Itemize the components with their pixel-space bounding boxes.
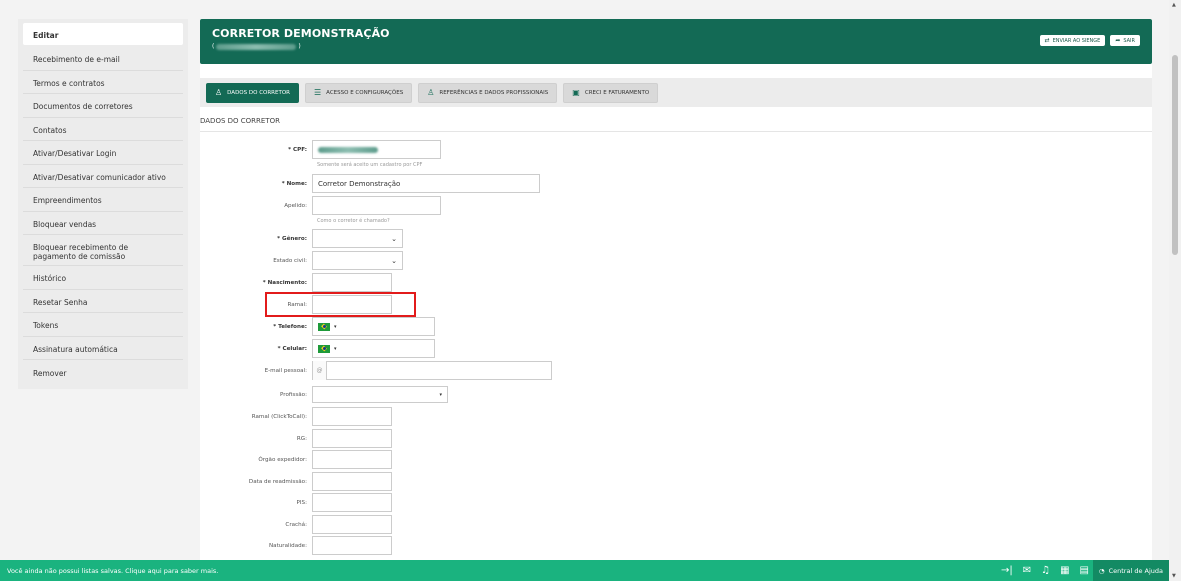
exit-button[interactable]: ➦ SAIR	[1110, 35, 1140, 46]
sidebar-item-empreendimentos[interactable]: Empreendimentos	[23, 188, 183, 212]
scroll-down-icon[interactable]: ▼	[1172, 573, 1176, 579]
nome-label: * Nome:	[281, 180, 307, 187]
page-subtitle: ( )	[212, 43, 301, 50]
page-header: CORRETOR DEMONSTRAÇÃO ( ) ⇄ ENVIAR AO SI…	[200, 19, 1152, 64]
pis-label: PIS:	[296, 499, 307, 506]
brazil-flag-icon	[318, 322, 330, 331]
at-sign-icon: @	[313, 361, 327, 380]
sidebar-item-recebimento-email[interactable]: Recebimento de e-mail	[23, 47, 183, 71]
estado-civil-label: Estado civil:	[273, 257, 307, 264]
cracha-field[interactable]	[312, 515, 392, 534]
swap-arrows-icon: ⇄	[1044, 37, 1050, 44]
chevron-down-icon: ⌄	[391, 234, 397, 243]
headset-icon: ◔	[1098, 566, 1105, 575]
sliders-icon: ☰	[314, 88, 322, 97]
estado-civil-select[interactable]: ⌄	[312, 251, 403, 270]
sidebar-item-documentos[interactable]: Documentos de corretores	[23, 94, 183, 118]
cpf-label: * CPF:	[288, 146, 307, 153]
readmissao-label: Data de readmissão:	[248, 478, 307, 485]
celular-field[interactable]: ▾	[312, 339, 435, 358]
celular-label: * Celular:	[277, 345, 307, 352]
person-pin-icon: ♙	[427, 88, 435, 97]
send-to-sienge-button[interactable]: ⇄ ENVIAR AO SIENGE	[1039, 35, 1106, 46]
ramal-click-label: Ramal (ClickToCall):	[251, 413, 307, 420]
apelido-label: Apelido:	[284, 202, 307, 209]
sidebar-item-tokens[interactable]: Tokens	[23, 313, 183, 337]
cpf-field[interactable]	[312, 140, 441, 159]
footer-bar: Você ainda não possui listas salvas. Cli…	[0, 560, 1169, 581]
main-panel: CORRETOR DEMONSTRAÇÃO ( ) ⇄ ENVIAR AO SI…	[200, 19, 1152, 564]
highlight-box	[265, 292, 416, 317]
sidebar-item-historico[interactable]: Histórico	[23, 266, 183, 290]
pis-field[interactable]	[312, 493, 392, 512]
mail-check-icon[interactable]: ✉	[1023, 565, 1031, 576]
rg-label: RG:	[296, 435, 307, 442]
orgao-label: Órgão expedidor:	[258, 456, 307, 463]
sidebar-item-contatos[interactable]: Contatos	[23, 118, 183, 141]
sidebar-menu: Editar Recebimento de e-mail Termos e co…	[18, 19, 188, 389]
brazil-flag-icon	[318, 344, 330, 353]
cracha-label: Crachá:	[285, 521, 307, 528]
apelido-field[interactable]	[312, 196, 441, 215]
sidebar-item-resetar-senha[interactable]: Resetar Senha	[23, 290, 183, 313]
id-card-icon: ▣	[572, 88, 580, 97]
redacted-text	[216, 43, 297, 50]
calculator-icon[interactable]: ▤	[1080, 565, 1089, 576]
tab-referencias[interactable]: ♙ REFERÊNCIAS E DADOS PROFISSIONAIS	[418, 82, 558, 103]
tab-dados-corretor[interactable]: ♙ DADOS DO CORRETOR	[206, 82, 299, 103]
page-scrollbar[interactable]: ▲ ▼	[1169, 0, 1181, 581]
caret-down-icon: ▾	[439, 391, 442, 398]
page-title: CORRETOR DEMONSTRAÇÃO	[212, 27, 390, 40]
sidebar-item-comunicador[interactable]: Ativar/Desativar comunicador ativo	[23, 165, 183, 188]
email-field[interactable]: @	[312, 361, 552, 380]
sidebar-item-remover[interactable]: Remover	[23, 360, 183, 384]
genero-select[interactable]: ⌄	[312, 229, 403, 248]
sidebar-item-assinatura[interactable]: Assinatura automática	[23, 337, 183, 360]
naturalidade-label: Naturalidade:	[268, 542, 307, 549]
telefone-field[interactable]: ▾	[312, 317, 435, 336]
caret-down-icon: ▾	[334, 323, 337, 330]
collapse-right-icon[interactable]: →|	[1001, 565, 1013, 576]
tabs-bar: ♙ DADOS DO CORRETOR ☰ ACESSO E CONFIGURA…	[200, 78, 1152, 107]
nome-field[interactable]: Corretor Demonstração	[312, 174, 540, 193]
orgao-field[interactable]	[312, 450, 392, 469]
tab-acesso-configuracoes[interactable]: ☰ ACESSO E CONFIGURAÇÕES	[305, 82, 413, 103]
telefone-label: * Telefone:	[273, 323, 307, 330]
chevron-down-icon: ⌄	[391, 256, 397, 265]
rg-field[interactable]	[312, 429, 392, 448]
caret-down-icon: ▾	[334, 345, 337, 352]
readmissao-field[interactable]	[312, 472, 392, 491]
bell-icon[interactable]: ♫	[1041, 565, 1050, 576]
sidebar-item-bloquear-vendas[interactable]: Bloquear vendas	[23, 212, 183, 235]
sidebar-item-ativar-login[interactable]: Ativar/Desativar Login	[23, 141, 183, 165]
apelido-help: Como o corretor é chamado?	[317, 218, 390, 224]
sidebar-item-bloquear-comissao[interactable]: Bloquear recebimento de pagamento de com…	[23, 235, 183, 266]
sidebar-item-termos-contratos[interactable]: Termos e contratos	[23, 71, 183, 94]
redacted-text	[318, 146, 378, 153]
share-arrow-icon: ➦	[1115, 37, 1121, 44]
ramal-click-field[interactable]	[312, 407, 392, 426]
naturalidade-field[interactable]	[312, 536, 392, 555]
scrollbar-thumb[interactable]	[1172, 55, 1178, 255]
cpf-help: Somente será aceito um cadastro por CPF	[317, 162, 423, 168]
scroll-up-icon[interactable]: ▲	[1172, 2, 1176, 8]
person-icon: ♙	[215, 88, 223, 97]
genero-label: * Gênero:	[277, 235, 307, 242]
sidebar-item-editar[interactable]: Editar	[23, 23, 183, 45]
nascimento-field[interactable]	[312, 273, 392, 292]
help-center-button[interactable]: ◔ Central de Ajuda	[1092, 560, 1169, 581]
profissao-label: Profissão:	[280, 391, 307, 398]
nascimento-label: * Nascimento:	[262, 279, 307, 286]
saved-lists-message[interactable]: Você ainda não possui listas salvas. Cli…	[7, 567, 218, 575]
tab-creci-faturamento[interactable]: ▣ CRECI E FATURAMENTO	[563, 82, 659, 103]
profissao-select[interactable]: ▾	[312, 386, 448, 403]
email-label: E-mail pessoal:	[264, 367, 307, 374]
calendar-icon[interactable]: ▦	[1060, 565, 1069, 576]
section-title: DADOS DO CORRETOR	[200, 117, 1152, 132]
